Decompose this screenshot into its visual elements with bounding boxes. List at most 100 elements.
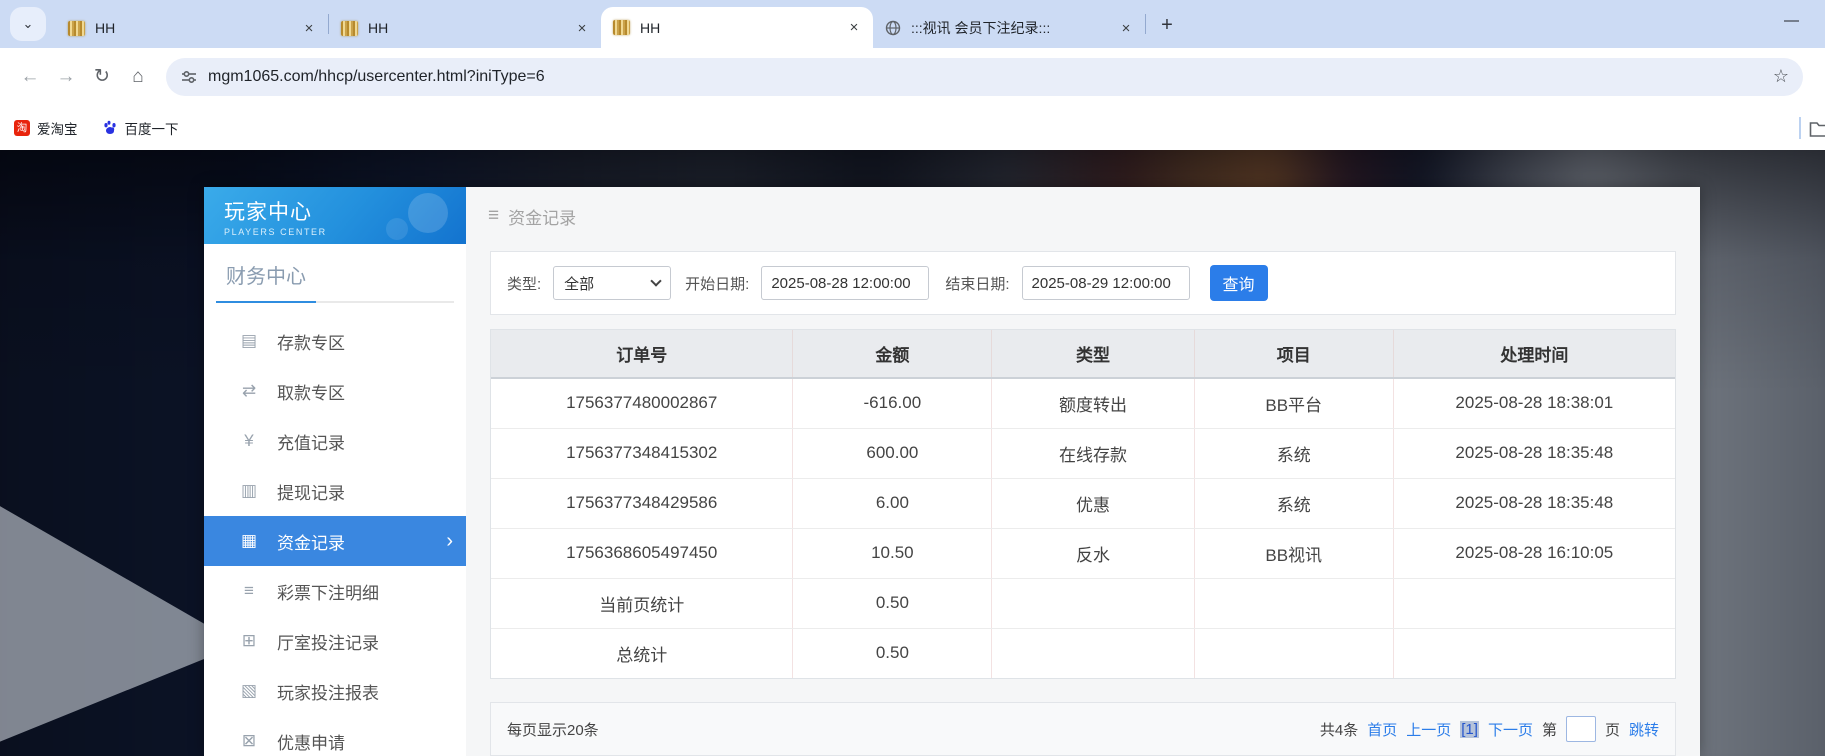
cell-amount: -616.00 [793,378,992,428]
col-project: 项目 [1194,330,1393,378]
table-row: 1756377348429586 6.00 优惠 系统 2025-08-28 1… [491,478,1675,528]
cell-empty [992,628,1194,678]
jump-prefix-label: 第 [1542,719,1557,740]
tab-video-records[interactable]: :::视讯 会员下注纪录::: × [873,8,1145,48]
bookmark-baidu[interactable]: 百度一下 [102,118,179,138]
cell-process-time: 2025-08-28 18:38:01 [1393,378,1675,428]
reload-button[interactable]: ↻ [84,59,120,95]
tab-hh-2[interactable]: HH × [329,8,601,48]
bookmarks-folder-icon[interactable] [1809,119,1825,137]
tab-title: HH [368,20,563,36]
wallet-icon: ▥ [238,481,260,501]
table-row-total-summary: 总统计 0.50 [491,628,1675,678]
forward-icon: → [57,66,76,88]
tab-title: :::视讯 会员下注纪录::: [911,18,1107,38]
cell-project: BB平台 [1194,378,1393,428]
start-date-label: 开始日期: [685,273,749,294]
cell-order-no: 1756377348429586 [491,478,793,528]
cell-summary-label: 总统计 [491,628,793,678]
search-button[interactable]: 查询 [1210,265,1268,301]
back-button[interactable]: ← [12,59,48,95]
col-type: 类型 [992,330,1194,378]
sidebar-item-promo-application[interactable]: ⊠ 优惠申请 [204,716,466,756]
cell-amount: 0.50 [793,628,992,678]
tab-search-button[interactable]: ⌄ [10,7,46,41]
type-select[interactable]: 全部 [553,266,671,300]
cell-empty [992,578,1194,628]
cell-project: 系统 [1194,478,1393,528]
sidebar-item-withdrawal-records[interactable]: ▥ 提现记录 [204,466,466,516]
sidebar-item-label: 资金记录 [277,529,345,554]
window-minimize-button[interactable]: — [1784,12,1799,29]
banknotes-icon: ▦ [238,531,260,551]
bookmark-star-icon[interactable]: ☆ [1773,66,1789,87]
sidebar-item-withdraw-zone[interactable]: ⇄ 取款专区 [204,366,466,416]
next-page-link[interactable]: 下一页 [1488,719,1533,740]
sidebar-item-recharge-records[interactable]: ¥ 充值记录 [204,416,466,466]
reload-icon: ↻ [94,65,110,88]
sidebar-item-label: 优惠申请 [277,729,345,754]
start-date-input[interactable] [761,266,929,300]
url-text[interactable]: mgm1065.com/hhcp/usercenter.html?iniType… [208,68,1763,86]
hh-favicon-icon [68,21,85,36]
col-order-no: 订单号 [491,330,793,378]
table-row: 1756377348415302 600.00 在线存款 系统 2025-08-… [491,428,1675,478]
table-row: 1756368605497450 10.50 反水 BB视讯 2025-08-2… [491,528,1675,578]
sidebar-item-player-bet-report[interactable]: ▧ 玩家投注报表 [204,666,466,716]
cell-order-no: 1756377480002867 [491,378,793,428]
tab-hh-1[interactable]: HH × [56,8,328,48]
sidebar-item-label: 厅室投注记录 [277,629,379,654]
sidebar-item-deposit-zone[interactable]: ▤ 存款专区 [204,316,466,366]
sidebar-item-hall-bet-records[interactable]: ⊞ 厅室投注记录 [204,616,466,666]
col-amount: 金额 [793,330,992,378]
tab-close-icon[interactable]: × [845,19,863,37]
tab-hh-3-active[interactable]: HH × [601,7,873,48]
col-process-time: 处理时间 [1393,330,1675,378]
home-icon: ⌂ [132,66,143,88]
globe-icon [885,20,901,36]
page-title: 资金记录 [508,204,576,229]
home-button[interactable]: ⌂ [120,59,156,95]
user-center-panel: 玩家中心 PLAYERS CENTER 财务中心 ▤ 存款专区 ⇄ 取款专区 ¥… [204,187,1700,756]
chevron-right-icon: › [446,530,453,553]
first-page-link[interactable]: 首页 [1367,719,1397,740]
gift-icon: ⊠ [238,731,260,751]
cell-amount: 10.50 [793,528,992,578]
end-date-label: 结束日期: [945,273,1009,294]
cell-amount: 0.50 [793,578,992,628]
back-icon: ← [21,66,40,88]
jump-suffix-label: 页 [1605,719,1620,740]
cell-type: 优惠 [992,478,1194,528]
bookmark-aitaobao[interactable]: 淘 爱淘宝 [14,118,78,138]
moneybag-icon: ¥ [238,431,260,451]
sidebar-item-fund-records[interactable]: ▦ 资金记录 › [204,516,466,566]
jump-button[interactable]: 跳转 [1629,719,1659,740]
page-jump-input[interactable] [1566,716,1596,742]
cell-process-time: 2025-08-28 18:35:48 [1393,428,1675,478]
web-page: 玩家中心 PLAYERS CENTER 财务中心 ▤ 存款专区 ⇄ 取款专区 ¥… [0,150,1825,756]
new-tab-button[interactable]: + [1152,10,1182,40]
site-settings-icon[interactable] [180,68,198,86]
tab-close-icon[interactable]: × [300,19,318,37]
browser-toolbar: ← → ↻ ⌂ mgm1065.com/hhcp/usercenter.html… [0,48,1825,105]
sidebar-item-label: 充值记录 [277,429,345,454]
tab-separator [1145,14,1146,34]
cell-type: 在线存款 [992,428,1194,478]
sidebar-item-lottery-bet-details[interactable]: ≡ 彩票下注明细 [204,566,466,616]
grid-list-icon: ⊞ [238,631,260,651]
bookmarks-bar: 淘 爱淘宝 百度一下 [0,105,1825,150]
cell-empty [1393,628,1675,678]
address-bar[interactable]: mgm1065.com/hhcp/usercenter.html?iniType… [166,58,1803,96]
tab-close-icon[interactable]: × [1117,19,1135,37]
tab-close-icon[interactable]: × [573,19,591,37]
page-size-label: 每页显示20条 [507,719,599,740]
taobao-icon: 淘 [14,120,30,136]
section-divider [216,301,454,303]
withdraw-hand-icon: ⇄ [238,381,260,401]
end-date-input[interactable] [1022,266,1190,300]
total-count-label: 共4条 [1320,719,1358,740]
forward-button[interactable]: → [48,59,84,95]
prev-page-link[interactable]: 上一页 [1406,719,1451,740]
section-title: 财务中心 [216,260,454,289]
sidebar-item-label: 彩票下注明细 [277,579,379,604]
